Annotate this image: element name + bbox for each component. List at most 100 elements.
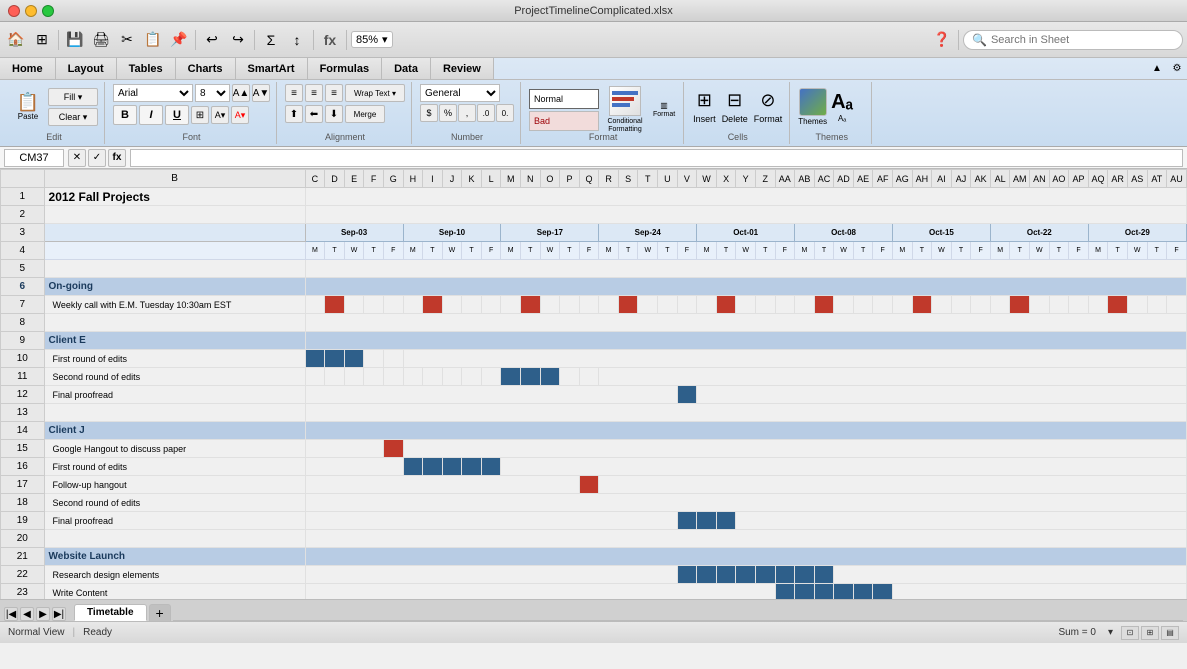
r23c29[interactable] <box>853 584 873 600</box>
r10c1[interactable] <box>305 350 325 368</box>
r11c14[interactable] <box>560 368 580 386</box>
tab-charts[interactable]: Charts <box>176 58 236 79</box>
r11c12[interactable] <box>521 368 541 386</box>
r7c39[interactable] <box>1049 296 1069 314</box>
col-ae-header[interactable]: AE <box>853 170 873 188</box>
row-15-header[interactable]: 15 <box>1 440 45 458</box>
font-increase-btn[interactable]: A▲ <box>232 84 250 102</box>
row-20-col-b[interactable] <box>44 530 305 548</box>
row-19-col-b[interactable]: Final proofread <box>44 512 305 530</box>
col-aj-header[interactable]: AJ <box>951 170 971 188</box>
font-name-select[interactable]: Arial <box>113 84 193 102</box>
col-p-header[interactable]: P <box>560 170 580 188</box>
tab-smartart[interactable]: SmartArt <box>236 58 308 79</box>
r16c6[interactable] <box>403 458 423 476</box>
underline-button[interactable]: U <box>165 105 189 125</box>
italic-button[interactable]: I <box>139 105 163 125</box>
r16c8[interactable] <box>442 458 462 476</box>
row-13-col-b[interactable] <box>44 404 305 422</box>
col-j-header[interactable]: J <box>442 170 462 188</box>
r11c9[interactable] <box>462 368 482 386</box>
themes-button[interactable]: Themes <box>798 88 827 126</box>
col-h-header[interactable]: H <box>403 170 423 188</box>
r11c5[interactable] <box>383 368 403 386</box>
clear-button[interactable]: Clear ▾ <box>48 108 98 126</box>
r7c21[interactable] <box>697 296 717 314</box>
col-ap-header[interactable]: AP <box>1069 170 1089 188</box>
col-g-header[interactable]: G <box>383 170 403 188</box>
col-m-header[interactable]: M <box>501 170 521 188</box>
r10c5[interactable] <box>383 350 403 368</box>
r11c15[interactable] <box>579 368 599 386</box>
decimal-dec-btn[interactable]: 0. <box>496 104 514 122</box>
r7c6[interactable] <box>403 296 423 314</box>
r23c30[interactable] <box>873 584 893 600</box>
zoom-dropdown-icon[interactable]: ▾ <box>382 33 388 46</box>
col-as-header[interactable]: AS <box>1127 170 1147 188</box>
col-y-header[interactable]: Y <box>736 170 756 188</box>
r11c7[interactable] <box>423 368 443 386</box>
sheet-nav[interactable]: |◀ ◀ ▶ ▶| <box>4 607 66 621</box>
col-e-header[interactable]: E <box>344 170 364 188</box>
r23c27[interactable] <box>814 584 834 600</box>
row-4-header[interactable]: 4 <box>1 242 45 260</box>
r7c30[interactable] <box>873 296 893 314</box>
r7c29[interactable] <box>853 296 873 314</box>
toolbar-func-icon[interactable]: fx <box>318 28 342 52</box>
row-18-header[interactable]: 18 <box>1 494 45 512</box>
r7c11[interactable] <box>501 296 521 314</box>
r16c9[interactable] <box>462 458 482 476</box>
r10c3[interactable] <box>344 350 364 368</box>
tab-formulas[interactable]: Formulas <box>308 58 383 79</box>
col-t-header[interactable]: T <box>638 170 658 188</box>
row-14-header[interactable]: 14 <box>1 422 45 440</box>
r7c8[interactable] <box>442 296 462 314</box>
row-22-header[interactable]: 22 <box>1 566 45 584</box>
col-al-header[interactable]: AL <box>990 170 1010 188</box>
number-format-select[interactable]: General <box>420 84 500 102</box>
col-ag-header[interactable]: AG <box>892 170 912 188</box>
col-d-header[interactable]: D <box>325 170 345 188</box>
paste-button[interactable]: 📋 Paste <box>10 90 46 124</box>
col-r-header[interactable]: R <box>599 170 619 188</box>
formula-fx-btn[interactable]: fx <box>108 149 126 167</box>
r11c6[interactable] <box>403 368 423 386</box>
sheet-nav-last[interactable]: ▶| <box>52 607 66 621</box>
col-q-header[interactable]: Q <box>579 170 599 188</box>
sheet-nav-first[interactable]: |◀ <box>4 607 18 621</box>
bad-style-box[interactable]: Bad <box>529 111 599 131</box>
toolbar-home-icon[interactable]: 🏠 <box>4 28 28 52</box>
row-1-col-b[interactable]: 2012 Fall Projects <box>44 188 305 206</box>
row-19-header[interactable]: 19 <box>1 512 45 530</box>
r11c13[interactable] <box>540 368 560 386</box>
tab-tables[interactable]: Tables <box>117 58 176 79</box>
r7c24[interactable] <box>755 296 775 314</box>
r7c45[interactable] <box>1167 296 1187 314</box>
fill-button[interactable]: Fill ▾ <box>48 88 98 106</box>
window-controls[interactable] <box>8 5 54 17</box>
row-20-header[interactable]: 20 <box>1 530 45 548</box>
close-button[interactable] <box>8 5 20 17</box>
cell-reference-box[interactable]: CM37 <box>4 149 64 167</box>
formula-cancel-btn[interactable]: ✕ <box>68 149 86 167</box>
row-5-header[interactable]: 5 <box>1 260 45 278</box>
formula-confirm-btn[interactable]: ✓ <box>88 149 106 167</box>
row-13-header[interactable]: 13 <box>1 404 45 422</box>
align-mid-btn[interactable]: ⬅ <box>305 105 323 123</box>
r7c13[interactable] <box>540 296 560 314</box>
border-btn[interactable]: ⊞ <box>191 106 209 124</box>
r7c1[interactable] <box>305 296 325 314</box>
col-b-header[interactable]: B <box>44 170 305 188</box>
r7c36[interactable] <box>990 296 1010 314</box>
merge-btn[interactable]: Merge <box>345 105 385 123</box>
toolbar-sort-icon[interactable]: ↕ <box>285 28 309 52</box>
r7c17[interactable] <box>618 296 638 314</box>
col-aa-header[interactable]: AA <box>775 170 795 188</box>
row-17-col-b[interactable]: Follow-up hangout <box>44 476 305 494</box>
r7c28[interactable] <box>834 296 854 314</box>
align-left-btn[interactable]: ≡ <box>285 84 303 102</box>
row-21-header[interactable]: 21 <box>1 548 45 566</box>
col-an-header[interactable]: AN <box>1030 170 1050 188</box>
col-at-header[interactable]: AT <box>1147 170 1167 188</box>
col-l-header[interactable]: L <box>481 170 501 188</box>
